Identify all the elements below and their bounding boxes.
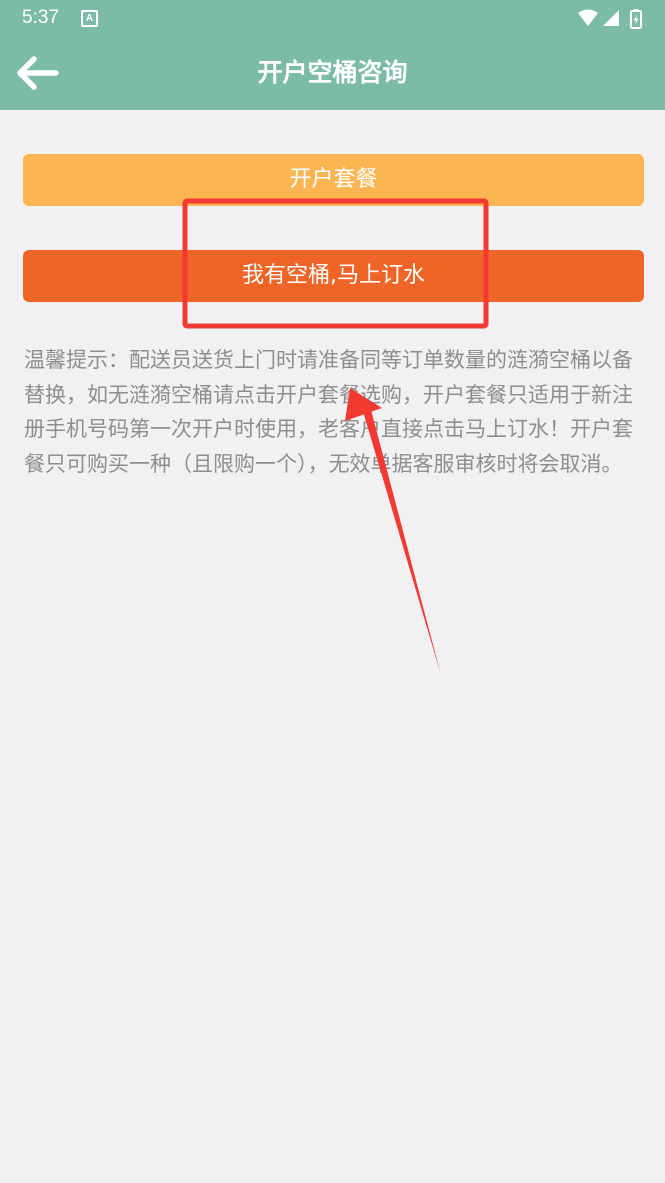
signal-icon bbox=[603, 10, 619, 26]
order-water-now-button[interactable]: 我有空桶,马上订水 bbox=[23, 250, 644, 302]
battery-charging-icon bbox=[630, 9, 642, 29]
notice-text: 温馨提示：配送员送货上门时请准备同等订单数量的涟漪空桶以备替换，如无涟漪空桶请点… bbox=[24, 348, 633, 476]
status-icons bbox=[578, 9, 642, 29]
notification-a-icon: A bbox=[81, 10, 98, 27]
page-title: 开户空桶咨询 bbox=[257, 58, 408, 87]
status-bar: 5:37 A bbox=[0, 0, 665, 38]
status-time: 5:37 bbox=[22, 7, 59, 28]
app-bar: 5:37 A 开户空桶咨询 bbox=[0, 0, 665, 110]
wifi-icon bbox=[578, 9, 598, 26]
account-package-button[interactable]: 开户套餐 bbox=[23, 154, 644, 206]
